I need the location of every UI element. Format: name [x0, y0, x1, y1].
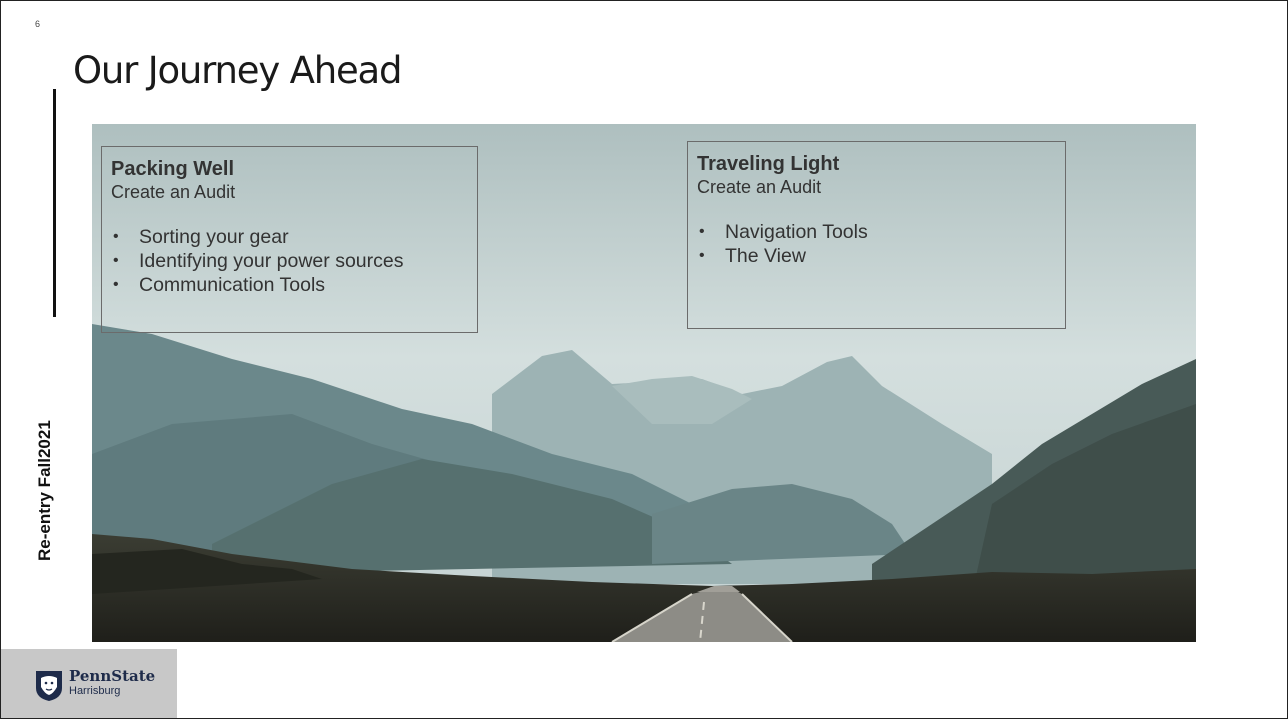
- list-item: Identifying your power sources: [111, 249, 477, 273]
- list-item: Navigation Tools: [697, 220, 1065, 244]
- logo-wordmark: PennState: [69, 667, 156, 685]
- side-label: Re-entry Fall2021: [35, 420, 54, 561]
- packing-well-heading: Packing Well: [111, 158, 235, 180]
- packing-well-list: Sorting your gear Identifying your power…: [111, 225, 477, 297]
- slide-title: Our Journey Ahead: [73, 49, 402, 92]
- list-item: The View: [697, 244, 1065, 268]
- list-item: Sorting your gear: [111, 225, 477, 249]
- packing-well-box: Packing Well Create an Audit Sorting you…: [101, 146, 478, 333]
- list-item: Communication Tools: [111, 273, 477, 297]
- traveling-light-subheading: Create an Audit: [697, 177, 822, 197]
- accent-line: [53, 89, 56, 317]
- traveling-light-box: Traveling Light Create an Audit Navigati…: [687, 141, 1066, 329]
- slide-number: 6: [35, 19, 41, 29]
- logo-campus: Harrisburg: [69, 685, 121, 697]
- nittany-lion-shield-icon: [36, 671, 62, 701]
- traveling-light-heading: Traveling Light: [697, 153, 840, 175]
- packing-well-subheading: Create an Audit: [111, 182, 236, 202]
- traveling-light-list: Navigation Tools The View: [697, 220, 1065, 268]
- slide: 6 Our Journey Ahead Re-entry Fall2021 Pa…: [0, 0, 1288, 719]
